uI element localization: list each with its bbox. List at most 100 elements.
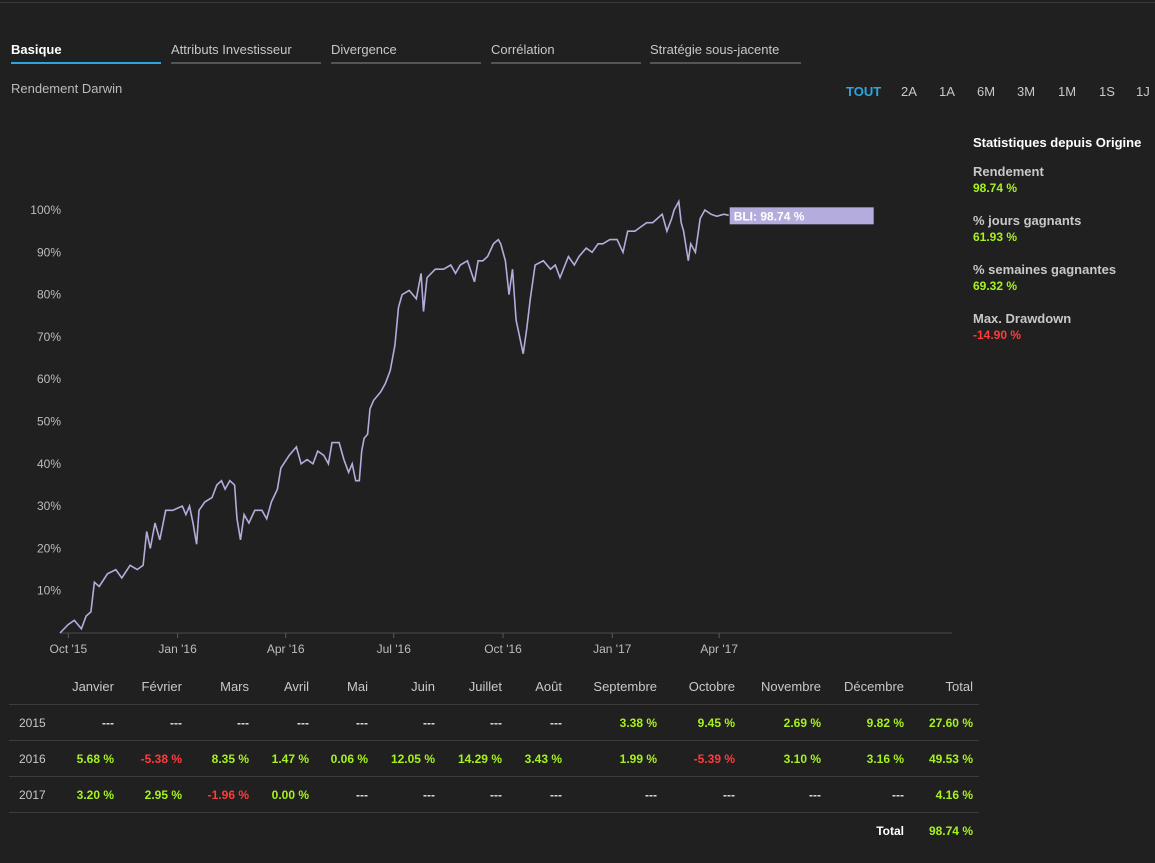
header-juin: Juin [411,678,435,694]
y-tick-label: 90% [37,245,61,259]
stat-label: % semaines gagnantes [973,262,1117,277]
empty-cell [53,812,120,848]
row-cell: 4.16 % [910,776,979,813]
row-year: 2016 [9,740,53,777]
row-cell: 2.69 % [741,704,827,741]
row-year: 2015 [9,704,53,741]
range-6m[interactable]: 6M [977,84,995,99]
x-tick-label: Jul '16 [377,642,412,656]
range-3m[interactable]: 3M [1017,84,1035,99]
range-1m[interactable]: 1M [1058,84,1076,99]
header-year [9,668,53,705]
range-1j[interactable]: 1J [1136,84,1150,99]
empty-cell [255,812,315,848]
stats-title: Statistiques depuis Origine [973,135,1142,150]
empty-cell [441,812,508,848]
stat-label: Rendement [973,164,1044,179]
empty-cell [374,812,441,848]
range-1a[interactable]: 1A [939,84,955,99]
header-mai: Mai [347,678,368,694]
x-tick-label: Oct '16 [484,642,522,656]
row-cell: 8.35 % [188,740,255,777]
tab-attributs-investisseur[interactable]: Attributs Investisseur [171,42,321,64]
stat-label: Max. Drawdown [973,311,1072,326]
table-row: 2016 5.68 % -5.38 % 8.35 % 1.47 % 0.06 % 12.05… [9,740,979,777]
empty-cell [741,812,827,848]
header-total: Total [945,678,973,694]
row-cell: --- [568,776,663,813]
row-cell: 9.82 % [827,704,910,741]
x-axis: Oct '15 Jan '16 Apr '16 Jul '16 Oct '16 Jan '… [49,633,738,656]
row-cell: 9.45 % [663,704,741,741]
row-cell: 49.53 % [910,740,979,777]
row-cell: --- [827,776,910,813]
stat-value: 98.74 % [973,181,1018,195]
y-tick-label: 60% [37,372,61,386]
row-cell: 27.60 % [910,704,979,741]
header-avril: Avril [283,678,309,694]
performance-chart: 10% 20% 30% 40% 50% 60% 70% 80% 90% 100% Oct '15 J… [30,198,952,656]
tab-strategie-sous-jacente[interactable]: Stratégie sous-jacente [650,42,801,64]
empty-cell [9,812,53,848]
row-cell: --- [508,776,568,813]
tab-correlation[interactable]: Corrélation [491,42,641,64]
header-aout: Août [535,678,562,694]
x-tick-label: Apr '16 [267,642,305,656]
row-cell: --- [741,776,827,813]
range-1s[interactable]: 1S [1099,84,1115,99]
row-cell: --- [663,776,741,813]
row-cell: --- [315,704,374,741]
table-total-row: Total 98.74 % [9,812,979,848]
x-tick-label: Apr '17 [700,642,738,656]
total-value: 98.74 % [910,812,979,848]
row-year: 2017 [9,776,53,813]
empty-cell [568,812,663,848]
stat-value: 69.32 % [973,279,1018,293]
top-divider [0,2,1155,3]
y-tick-label: 20% [37,541,61,555]
series-line-bli[interactable] [59,198,729,634]
total-label: Total [827,812,910,848]
row-cell: 14.29 % [441,740,508,777]
series-label-text: BLI: 98.74 % [734,209,805,223]
y-axis: 10% 20% 30% 40% 50% 60% 70% 80% 90% 100% [30,203,61,598]
header-juillet: Juillet [468,678,502,694]
row-cell: 5.68 % [53,740,120,777]
range-tout[interactable]: TOUT [846,84,881,99]
stat-value: -14.90 % [973,328,1022,342]
row-cell: --- [441,776,508,813]
row-cell: 1.47 % [255,740,315,777]
empty-cell [508,812,568,848]
row-cell: --- [374,704,441,741]
y-tick-label: 80% [37,288,61,302]
row-cell: --- [374,776,441,813]
row-cell: --- [120,704,188,741]
row-cell: --- [188,704,255,741]
tab-basique[interactable]: Basique [11,42,161,64]
empty-cell [120,812,188,848]
header-octobre: Octobre [688,678,735,694]
row-cell: -5.39 % [663,740,741,777]
header-decembre: Décembre [844,678,904,694]
y-tick-label: 30% [37,499,61,513]
header-fevrier: Février [141,678,182,694]
range-selector: TOUT 2A 1A 6M 3M 1M 1S 1J [0,84,1155,102]
stats-panel: Statistiques depuis Origine Rendement 98… [973,135,1143,360]
header-mars: Mars [220,678,249,694]
row-cell: --- [441,704,508,741]
monthly-returns-table: Janvier Février Mars Avril Mai Juin Juil… [9,668,979,848]
row-cell: 1.99 % [568,740,663,777]
x-tick-label: Oct '15 [49,642,87,656]
row-cell: 2.95 % [120,776,188,813]
empty-cell [315,812,374,848]
stat-value: 61.93 % [973,230,1018,244]
stat-max-drawdown: Max. Drawdown -14.90 % [973,311,1143,343]
header-novembre: Novembre [761,678,821,694]
stat-semaines-gagnantes: % semaines gagnantes 69.32 % [973,262,1143,294]
table-header-row: Janvier Février Mars Avril Mai Juin Juil… [9,668,979,705]
row-cell: 3.38 % [568,704,663,741]
y-tick-label: 50% [37,415,61,429]
range-2a[interactable]: 2A [901,84,917,99]
row-cell: 12.05 % [374,740,441,777]
tab-divergence[interactable]: Divergence [331,42,481,64]
